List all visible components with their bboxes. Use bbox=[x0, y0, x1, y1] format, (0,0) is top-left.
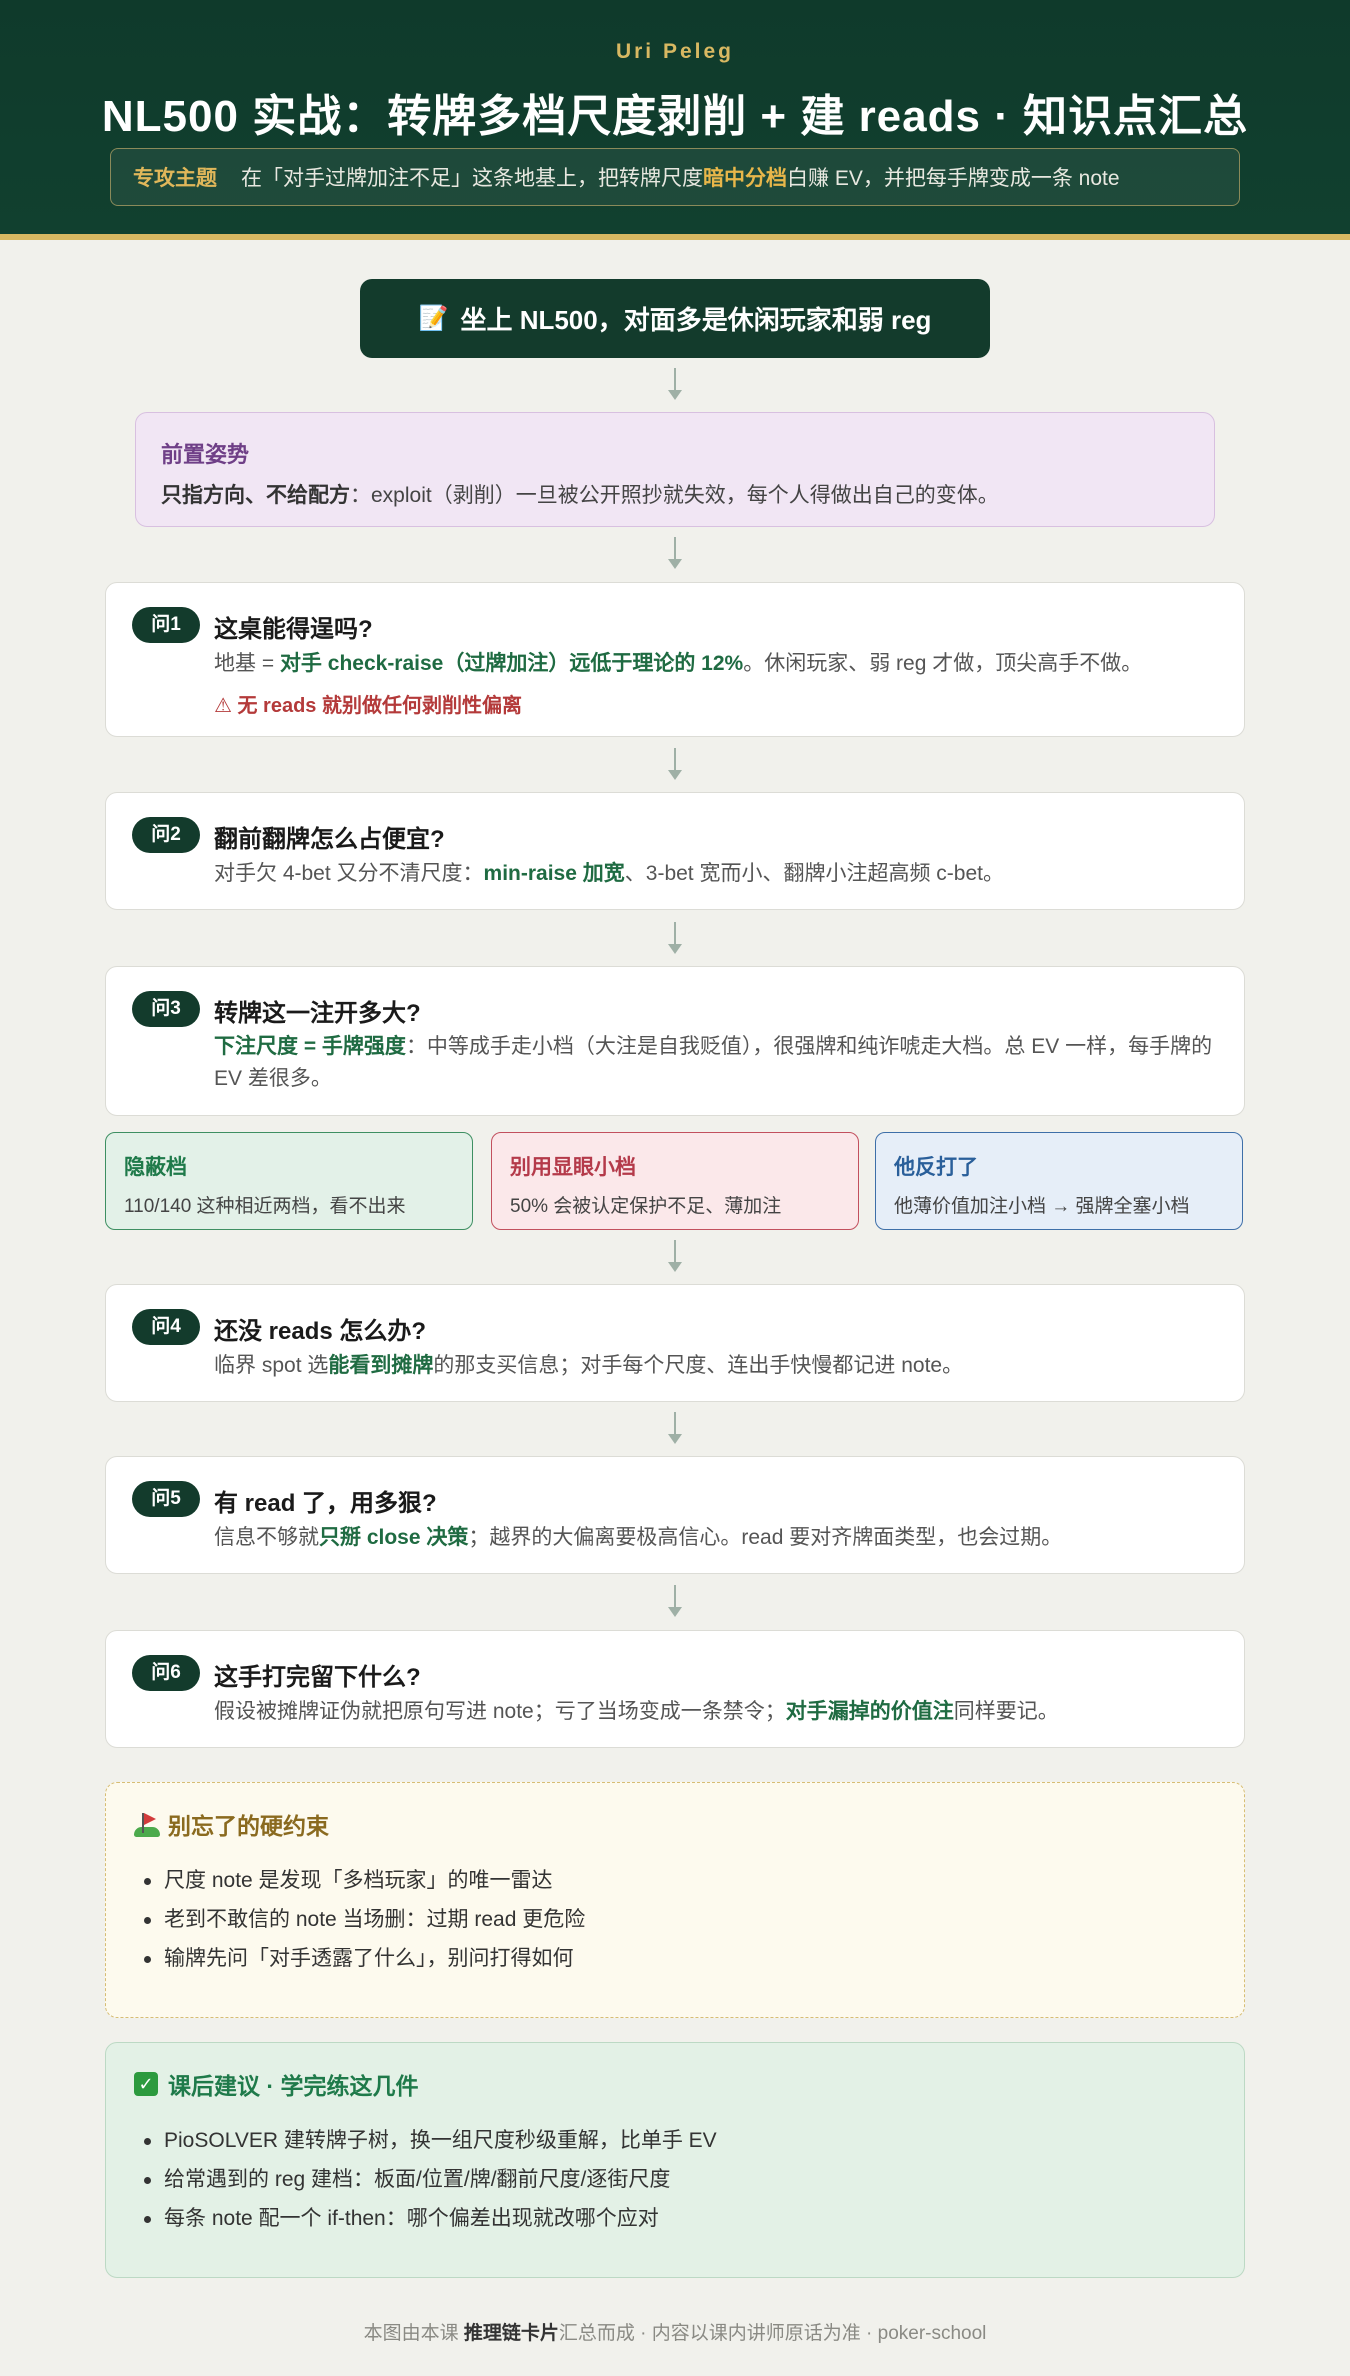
footer-note: 本图由本课 推理链卡片汇总而成 · 内容以课内讲师原话为准 · poker-sc… bbox=[363, 2323, 987, 2344]
prerequisite-title: 前置姿势 bbox=[161, 442, 250, 467]
focus-tag: 专攻主题 bbox=[133, 167, 217, 190]
question-text: 对手欠 4-bet 又分不清尺度：min-raise 加宽、3-bet 宽而小、… bbox=[214, 862, 1004, 885]
flow-arrow bbox=[665, 537, 685, 573]
list-item: 尺度 note 是发现「多档玩家」的唯一雷达 bbox=[134, 1861, 1216, 1900]
prerequisite-text: 只指方向、不给配方：exploit（剥削）一旦被公开照抄就失效，每个人得做出自己… bbox=[161, 484, 999, 507]
tier-card-avoid-small: 别用显眼小档 50% 会被认定保护不足、薄加注 bbox=[491, 1132, 859, 1230]
focus-topic-box: 专攻主题 在「对手过牌加注不足」这条地基上，把转牌尺度暗中分档白赚 EV，并把每… bbox=[110, 148, 1240, 206]
question-card-5: 问5 有 read 了，用多狠? 信息不够就只掰 close 决策；越界的大偏离… bbox=[105, 1456, 1245, 1574]
tier-text: 110/140 这种相近两档，看不出来 bbox=[124, 1196, 406, 1217]
question-card-4: 问4 还没 reads 怎么办? 临界 spot 选能看到摊牌的那支买信息；对手… bbox=[105, 1284, 1245, 1402]
question-card-3: 问3 转牌这一注开多大? 下注尺度 = 手牌强度：中等成手走小档（大注是自我贬值… bbox=[105, 966, 1245, 1116]
start-node: 📝 坐上 NL500，对面多是休闲玩家和弱 reg bbox=[360, 279, 990, 358]
warning-text: ⚠ 无 reads 就别做任何剥削性偏离 bbox=[214, 695, 522, 717]
advice-box: ✓ 课后建议 · 学完练这几件 PioSOLVER 建转牌子树，换一组尺度秒级重… bbox=[105, 2042, 1245, 2278]
question-badge: 问2 bbox=[132, 817, 200, 853]
author-name: Uri Peleg bbox=[615, 40, 735, 63]
advice-title: 课后建议 · 学完练这几件 bbox=[168, 2073, 419, 2099]
constraints-box: 别忘了的硬约束 尺度 note 是发现「多档玩家」的唯一雷达 老到不敢信的 no… bbox=[105, 1782, 1245, 2018]
question-card-6: 问6 这手打完留下什么? 假设被摊牌证伪就把原句写进 note；亏了当场变成一条… bbox=[105, 1630, 1245, 1748]
flow-arrow bbox=[665, 1240, 685, 1276]
question-badge: 问3 bbox=[132, 991, 200, 1027]
question-card-1: 问1 这桌能得逞吗? 地基 = 对手 check-raise（过牌加注）远低于理… bbox=[105, 582, 1245, 737]
question-text: 临界 spot 选能看到摊牌的那支买信息；对手每个尺度、连出手快慢都记进 not… bbox=[214, 1354, 964, 1377]
check-mark-icon: ✓ bbox=[134, 2072, 158, 2096]
question-title: 翻前翻牌怎么占便宜? bbox=[214, 826, 445, 853]
tier-title: 隐蔽档 bbox=[124, 1156, 187, 1179]
flow-arrow bbox=[665, 922, 685, 958]
prerequisite-box: 前置姿势 只指方向、不给配方：exploit（剥削）一旦被公开照抄就失效，每个人… bbox=[135, 412, 1215, 527]
question-title: 还没 reads 怎么办? bbox=[214, 1318, 427, 1345]
golf-flag-icon bbox=[134, 1811, 160, 1837]
flow-arrow bbox=[665, 1412, 685, 1448]
list-item: 老到不敢信的 note 当场删：过期 read 更危险 bbox=[134, 1900, 1216, 1939]
question-badge: 问1 bbox=[132, 607, 200, 643]
tier-title: 他反打了 bbox=[894, 1156, 978, 1179]
list-item: PioSOLVER 建转牌子树，换一组尺度秒级重解，比单手 EV bbox=[134, 2121, 1216, 2160]
question-badge: 问5 bbox=[132, 1481, 200, 1517]
list-item: 每条 note 配一个 if-then：哪个偏差出现就改哪个应对 bbox=[134, 2199, 1216, 2238]
question-card-2: 问2 翻前翻牌怎么占便宜? 对手欠 4-bet 又分不清尺度：min-raise… bbox=[105, 792, 1245, 910]
question-title: 这桌能得逞吗? bbox=[214, 616, 373, 643]
question-badge: 问6 bbox=[132, 1655, 200, 1691]
memo-icon: 📝 bbox=[418, 305, 449, 332]
page-title: NL500 实战：转牌多档尺度剥削 + 建 reads · 知识点汇总 bbox=[101, 92, 1249, 141]
tier-title: 别用显眼小档 bbox=[510, 1156, 636, 1179]
question-text: 信息不够就只掰 close 决策；越界的大偏离要极高信心。read 要对齐牌面类… bbox=[214, 1526, 1063, 1549]
question-text: 下注尺度 = 手牌强度：中等成手走小档（大注是自我贬值），很强牌和纯诈唬走大档。… bbox=[214, 1035, 1213, 1090]
tier-card-hidden: 隐蔽档 110/140 这种相近两档，看不出来 bbox=[105, 1132, 473, 1230]
constraints-title: 别忘了的硬约束 bbox=[168, 1813, 329, 1839]
header-banner: Uri Peleg NL500 实战：转牌多档尺度剥削 + 建 reads · … bbox=[0, 0, 1350, 240]
list-item: 输牌先问「对手透露了什么」，别问打得如何 bbox=[134, 1939, 1216, 1978]
question-title: 有 read 了，用多狠? bbox=[214, 1490, 437, 1517]
tier-card-counter: 他反打了 他薄价值加注小档 → 强牌全塞小档 bbox=[875, 1132, 1243, 1230]
list-item: 给常遇到的 reg 建档：板面/位置/牌/翻前尺度/逐街尺度 bbox=[134, 2160, 1216, 2199]
question-text: 假设被摊牌证伪就把原句写进 note；亏了当场变成一条禁令；对手漏掉的价值注同样… bbox=[214, 1700, 1059, 1723]
start-label: 坐上 NL500，对面多是休闲玩家和弱 reg bbox=[460, 305, 932, 335]
tier-text: 他薄价值加注小档 → 强牌全塞小档 bbox=[894, 1196, 1190, 1217]
question-title: 这手打完留下什么? bbox=[214, 1664, 421, 1691]
advice-list: PioSOLVER 建转牌子树，换一组尺度秒级重解，比单手 EV 给常遇到的 r… bbox=[134, 2121, 1216, 2238]
question-text: 地基 = 对手 check-raise（过牌加注）远低于理论的 12%。休闲玩家… bbox=[214, 652, 1143, 675]
question-badge: 问4 bbox=[132, 1309, 200, 1345]
flow-arrow bbox=[665, 368, 685, 404]
question-title: 转牌这一注开多大? bbox=[214, 1000, 421, 1027]
focus-text: 在「对手过牌加注不足」这条地基上，把转牌尺度暗中分档白赚 EV，并把每手牌变成一… bbox=[241, 167, 1120, 190]
flow-arrow bbox=[665, 1585, 685, 1621]
tier-text: 50% 会被认定保护不足、薄加注 bbox=[510, 1196, 782, 1217]
focus-highlight: 暗中分档 bbox=[703, 167, 787, 190]
constraints-list: 尺度 note 是发现「多档玩家」的唯一雷达 老到不敢信的 note 当场删：过… bbox=[134, 1861, 1216, 1978]
flow-arrow bbox=[665, 748, 685, 784]
